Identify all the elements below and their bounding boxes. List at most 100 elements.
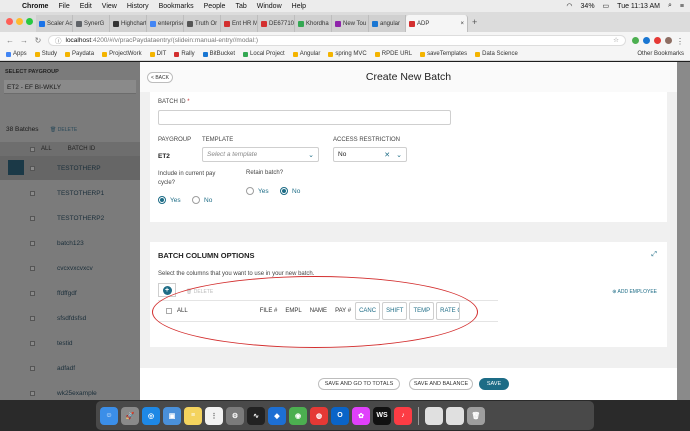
bookmark-item[interactable]: DIT xyxy=(149,51,166,57)
preview-icon[interactable]: ▣ xyxy=(163,406,181,425)
batch-id[interactable]: cvcxvxcvxcv xyxy=(57,265,93,272)
batch-row[interactable]: wk25example xyxy=(0,381,140,400)
music-icon[interactable]: ♪ xyxy=(394,406,412,425)
notes-icon[interactable]: ≡ xyxy=(184,406,202,425)
app-green-icon[interactable]: ◉ xyxy=(289,406,307,425)
app-photos-icon[interactable]: ✿ xyxy=(352,406,370,425)
retain-yes-radio[interactable]: Yes xyxy=(246,187,269,195)
column-chip-temp[interactable]: TEMP xyxy=(409,302,435,320)
row-checkbox[interactable] xyxy=(30,290,35,296)
new-tab-icon[interactable]: + xyxy=(472,17,477,27)
delete-batches-button[interactable]: 🗑 DELETE xyxy=(50,127,77,133)
bookmark-item[interactable]: Data Science xyxy=(475,51,518,57)
extension-icon[interactable] xyxy=(643,36,650,44)
browser-tab[interactable]: Ent HR M xyxy=(221,15,258,32)
row-checkbox[interactable] xyxy=(30,265,35,271)
batch-row[interactable]: batch123 xyxy=(0,231,140,255)
column-chip-shift[interactable]: SHIFT xyxy=(382,302,408,320)
browser-tab[interactable]: New Tou xyxy=(332,15,369,32)
batch-row[interactable]: adfadf xyxy=(0,356,140,380)
batch-id[interactable]: batch123 xyxy=(57,240,84,247)
expand-icon[interactable]: ⤢ xyxy=(651,251,657,259)
batch-id[interactable]: TESTOTHERP2 xyxy=(57,215,104,222)
reload-icon[interactable]: ↻ xyxy=(34,36,42,45)
save-and-balance-button[interactable]: SAVE AND BALANCE xyxy=(409,378,473,390)
retain-no-radio[interactable]: No xyxy=(280,187,300,195)
bookmark-item[interactable]: spring MVC xyxy=(328,51,367,57)
batch-row[interactable]: cvcxvxcvxcv xyxy=(0,256,140,280)
batch-id[interactable]: adfadf xyxy=(57,365,75,372)
template-select[interactable]: Select a template ⌄ xyxy=(202,147,319,162)
row-checkbox[interactable] xyxy=(30,390,35,396)
finder-icon[interactable]: ☺ xyxy=(100,406,118,425)
clear-icon[interactable]: ✕ xyxy=(384,151,390,159)
bookmark-item[interactable]: ProjectWork xyxy=(102,51,142,57)
window-2-icon[interactable] xyxy=(446,406,464,425)
browser-tab[interactable]: angular xyxy=(369,15,406,32)
add-employee-button[interactable]: ⊕ ADD EMPLOYEE xyxy=(612,289,657,295)
close-window-icon[interactable] xyxy=(6,18,13,25)
tab-active[interactable]: ADP × xyxy=(406,15,468,32)
select-all-columns-checkbox[interactable] xyxy=(166,308,172,314)
row-checkbox[interactable] xyxy=(30,315,35,321)
battery-icon[interactable]: ▭ xyxy=(603,2,610,10)
batch-row[interactable]: testid xyxy=(0,331,140,355)
webstorm-icon[interactable]: WS xyxy=(373,406,391,425)
clock[interactable]: Tue 11:13 AM xyxy=(617,3,660,10)
launchpad-icon[interactable]: 🚀 xyxy=(121,406,139,425)
batch-id[interactable]: TESTOTHERP xyxy=(57,165,101,172)
menu-help[interactable]: Help xyxy=(292,3,306,10)
browser-tab[interactable]: DE67710 xyxy=(258,15,295,32)
batch-id-input[interactable] xyxy=(158,110,451,125)
profile-avatar[interactable] xyxy=(665,36,672,44)
bookmark-item[interactable]: Paydata xyxy=(65,51,94,57)
activity-monitor-icon[interactable]: ∿ xyxy=(247,406,265,425)
save-button[interactable]: SAVE xyxy=(479,378,509,390)
browser-tab[interactable]: SynerG xyxy=(73,15,110,32)
menu-history[interactable]: History xyxy=(127,3,149,10)
batch-row[interactable]: TESTOTHERP1 xyxy=(0,181,140,205)
batch-row[interactable]: sfsdfdsfsd xyxy=(0,306,140,330)
column-chip-canc[interactable]: CANC xyxy=(355,302,381,320)
paygroup-select[interactable]: ET2 - EF BI-WKLY xyxy=(4,80,136,94)
row-checkbox[interactable] xyxy=(30,340,35,346)
system-preferences-icon[interactable]: ⚙ xyxy=(226,406,244,425)
window-1-icon[interactable] xyxy=(425,406,443,425)
menu-edit[interactable]: Edit xyxy=(80,3,92,10)
reminders-icon[interactable]: ⋮ xyxy=(205,406,223,425)
bookmark-item[interactable]: Angular xyxy=(292,51,320,57)
bookmark-item[interactable]: BitBucket xyxy=(202,51,235,57)
chrome-icon[interactable]: ◍ xyxy=(310,406,328,425)
zoom-window-icon[interactable] xyxy=(26,18,33,25)
batch-id[interactable]: sfsdfdsfsd xyxy=(57,315,86,322)
browser-tab[interactable]: Highcharts xyxy=(110,15,147,32)
minimize-window-icon[interactable] xyxy=(16,18,23,25)
include-yes-radio[interactable]: Yes xyxy=(158,196,181,204)
address-bar[interactable]: ⓘ localhost :4200/#/v/pracPaydataentry/(… xyxy=(48,34,626,46)
forward-arrow-icon[interactable]: → xyxy=(20,36,28,45)
extension-icon[interactable] xyxy=(654,36,661,44)
row-checkbox[interactable] xyxy=(30,365,35,371)
bookmark-item[interactable]: Apps xyxy=(6,51,27,57)
menu-window[interactable]: Window xyxy=(257,3,282,10)
bookmark-item[interactable]: saveTemplates xyxy=(420,51,467,57)
back-arrow-icon[interactable]: ← xyxy=(6,36,14,45)
browser-tab[interactable]: Khordha xyxy=(295,15,332,32)
menu-chrome[interactable]: Chrome xyxy=(22,3,48,10)
other-bookmarks[interactable]: Other Bookmarks xyxy=(637,51,684,57)
include-no-radio[interactable]: No xyxy=(192,196,212,204)
menu-file[interactable]: File xyxy=(58,3,69,10)
batch-id[interactable]: testid xyxy=(57,340,73,347)
save-and-go-to-totals-button[interactable]: SAVE AND GO TO TOTALS xyxy=(318,378,400,390)
bookmark-item[interactable]: Study xyxy=(34,51,57,57)
search-icon[interactable]: ⌕ xyxy=(668,2,672,10)
batch-id-header[interactable]: BATCH ID xyxy=(68,146,96,152)
bookmark-item[interactable]: Local Project xyxy=(243,51,285,57)
extension-icon[interactable] xyxy=(632,36,639,44)
add-row-button[interactable]: + xyxy=(158,283,176,297)
wifi-icon[interactable]: ◠ xyxy=(566,2,572,10)
browser-tab[interactable]: Truth Or xyxy=(184,15,221,32)
bookmark-item[interactable]: RPDE URL xyxy=(374,51,412,57)
batch-row[interactable]: ffdffgdf xyxy=(0,281,140,305)
battery-percent[interactable]: 34% xyxy=(581,3,595,10)
